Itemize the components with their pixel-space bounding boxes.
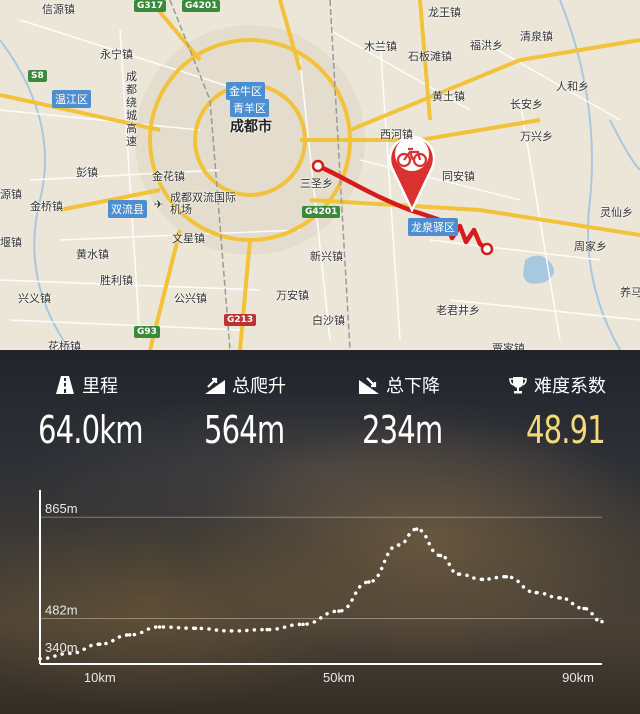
place-label: 万兴乡	[520, 130, 553, 143]
place-label: 源镇	[0, 188, 22, 201]
place-label: 黄土镇	[432, 90, 465, 103]
elevation-point	[456, 572, 461, 576]
bicycle-pin-icon[interactable]	[386, 132, 438, 212]
stat-distance: 里程 64.0km	[38, 372, 214, 452]
elevation-point	[558, 596, 562, 600]
place-label: 金花镇	[152, 170, 185, 183]
route-map[interactable]: 信源镇 G317 G4201 永宁镇 S8 温江区 成都绕城高速 金牛区 青羊区…	[0, 0, 640, 350]
elevation-point	[414, 527, 419, 531]
elevation-point	[265, 627, 269, 632]
descent-icon	[359, 377, 379, 394]
stat-label: 难度系数	[534, 376, 606, 397]
highway-shield: G4201	[182, 0, 221, 12]
place-label: 白沙镇	[312, 314, 345, 327]
elevation-point	[534, 590, 538, 595]
place-label: 龙王镇	[428, 6, 461, 19]
place-label: 金桥镇	[30, 200, 63, 213]
trophy-icon	[509, 377, 527, 394]
elevation-chart: 340m482m865m10km 50km 90km	[38, 490, 604, 685]
place-label: 堰镇	[0, 236, 22, 249]
highway-shield: G4201	[302, 206, 341, 218]
airport-icon: ✈	[154, 198, 164, 211]
elevation-point	[480, 577, 485, 582]
place-label: 福洪乡	[470, 39, 503, 52]
city-label: 成都市	[230, 119, 272, 135]
x-tick-label: 50km	[323, 670, 355, 685]
place-label: 花桥镇	[48, 340, 81, 350]
y-tick-label: 865m	[45, 501, 78, 516]
place-label: 同安镇	[442, 170, 475, 183]
stat-value: 48.91	[526, 408, 606, 452]
place-label: 周家乡	[574, 240, 607, 253]
district-label: 金牛区	[226, 82, 265, 100]
highway-shield: G317	[134, 0, 167, 12]
stat-value: 64.0km	[38, 408, 144, 452]
ride-stats-panel: 里程 64.0km 总爬升 564m 总下降 234m 难度系数 48.91 3…	[0, 350, 640, 714]
elevation-point	[68, 651, 72, 656]
elevation-point	[127, 633, 132, 637]
highway-shield: G213	[224, 314, 257, 326]
stat-climb: 总爬升 564m	[204, 372, 364, 452]
place-label: 西河镇	[380, 128, 413, 141]
x-tick-label: 90km	[562, 670, 594, 685]
place-label: 贾家镇	[492, 342, 525, 350]
ring-road-label: 成都绕城高速	[126, 70, 137, 148]
place-label: 养马	[620, 286, 640, 299]
elevation-point	[337, 609, 341, 613]
elevation-point	[504, 574, 509, 579]
place-label: 石板滩镇	[408, 50, 452, 63]
x-tick-label: 10km	[84, 670, 116, 685]
place-label: 文星镇	[172, 232, 205, 245]
place-label: 万安镇	[276, 289, 309, 302]
elevation-series-line	[38, 527, 604, 661]
place-label: 胜利镇	[100, 274, 133, 287]
place-label: 信源镇	[42, 3, 75, 16]
highway-shield: G93	[134, 326, 160, 338]
place-label: 兴义镇	[18, 292, 51, 305]
place-label: 清泉镇	[520, 30, 553, 43]
stat-descent: 总下降 234m	[358, 372, 518, 452]
elevation-point	[193, 626, 198, 631]
climb-icon	[205, 377, 225, 394]
road-icon	[56, 376, 74, 394]
district-label: 青羊区	[230, 99, 269, 117]
highway-shield: S8	[28, 70, 47, 82]
elevation-point	[438, 553, 443, 558]
place-label: 人和乡	[556, 80, 589, 93]
place-label: 木兰镇	[364, 40, 397, 53]
stat-label: 里程	[82, 376, 118, 397]
place-label: 彭镇	[76, 166, 98, 179]
place-label: 灵仙乡	[600, 206, 633, 219]
elevation-point	[396, 543, 401, 547]
district-label: 龙泉驿区	[408, 218, 458, 236]
elevation-point	[157, 625, 162, 629]
stat-label: 总爬升	[232, 376, 286, 397]
stat-label: 总下降	[386, 376, 440, 397]
airport-label: 成都双流国际机场	[170, 191, 236, 216]
stat-difficulty: 难度系数 48.91	[508, 372, 640, 452]
district-label: 双流县	[108, 200, 147, 218]
stat-value: 564m	[204, 408, 285, 452]
elevation-point	[600, 619, 604, 624]
place-label: 黄水镇	[76, 248, 109, 261]
place-label: 老君井乡	[436, 304, 480, 317]
elevation-point	[38, 656, 42, 661]
place-label: 长安乡	[510, 98, 543, 111]
y-tick-label: 482m	[45, 603, 78, 618]
stat-value: 234m	[362, 408, 443, 452]
elevation-point	[98, 642, 102, 646]
elevation-point	[367, 580, 371, 584]
elevation-point	[301, 622, 305, 627]
elevation-point	[229, 629, 234, 633]
elevation-point	[582, 606, 586, 611]
place-label: 三圣乡	[300, 177, 333, 190]
place-label: 公兴镇	[174, 292, 207, 305]
place-label: 永宁镇	[100, 48, 133, 61]
place-label: 新兴镇	[310, 250, 343, 263]
district-label: 温江区	[52, 90, 91, 108]
